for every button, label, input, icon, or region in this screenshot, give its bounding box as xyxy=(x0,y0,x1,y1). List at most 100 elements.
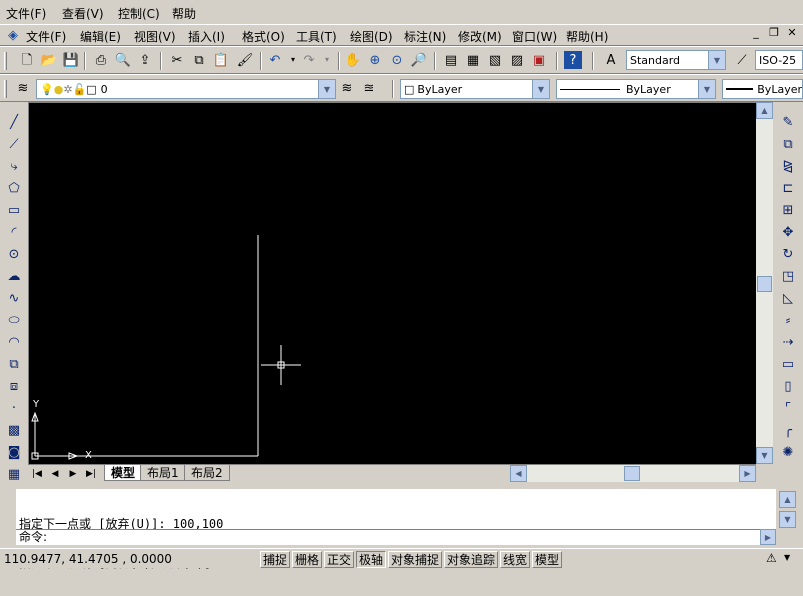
ellipse-arc-icon[interactable]: ◠ xyxy=(3,332,25,352)
restore-icon[interactable]: ❐ xyxy=(766,26,782,42)
inner-menu-file[interactable]: 文件(F) xyxy=(26,28,66,45)
markup-icon[interactable]: ▣ xyxy=(530,51,548,69)
redo-icon[interactable]: ↷ xyxy=(300,51,318,69)
text-style-select[interactable]: Standard ▼ xyxy=(626,50,726,70)
construction-line-icon[interactable]: ⟋ xyxy=(3,134,25,154)
help-icon[interactable]: ? xyxy=(564,51,582,69)
copy-object-icon[interactable]: ⧉ xyxy=(777,134,799,154)
next-tab-icon[interactable]: ▶ xyxy=(66,467,80,481)
point-icon[interactable]: · xyxy=(3,398,25,418)
cut-icon[interactable]: ✂ xyxy=(168,51,186,69)
properties-icon[interactable]: ▤ xyxy=(442,51,460,69)
color-select[interactable]: □ ByLayer ▼ xyxy=(400,79,550,99)
cmd-scroll-up-icon[interactable]: ▲ xyxy=(779,491,796,508)
tab-layout1[interactable]: 布局1 xyxy=(140,465,186,481)
polar-button[interactable]: 极轴 xyxy=(356,551,387,568)
drawing-canvas[interactable]: Y X xyxy=(28,102,756,464)
stretch-icon[interactable]: ◺ xyxy=(777,288,799,308)
inner-menu-insert[interactable]: 插入(I) xyxy=(188,28,225,45)
scale-icon[interactable]: ◳ xyxy=(777,266,799,286)
make-layer-current-icon[interactable]: ≋ xyxy=(338,79,356,97)
command-input[interactable]: 命令: xyxy=(16,529,776,545)
inner-menu-window[interactable]: 窗口(W) xyxy=(512,28,557,45)
pan-realtime-icon[interactable]: ✋ xyxy=(344,51,362,69)
inner-menu-dimension[interactable]: 标注(N) xyxy=(404,28,446,45)
toolbar-grip[interactable] xyxy=(4,52,7,70)
make-block-icon[interactable]: ⧈ xyxy=(3,376,25,396)
ortho-button[interactable]: 正交 xyxy=(324,551,355,568)
offset-icon[interactable]: ⊏ xyxy=(777,178,799,198)
zoom-realtime-icon[interactable]: ⊕ xyxy=(366,51,384,69)
spline-icon[interactable]: ∿ xyxy=(3,288,25,308)
menu-control[interactable]: 控制(C) xyxy=(118,5,160,22)
status-menu-icon[interactable]: ▼ xyxy=(784,553,790,562)
tab-layout2[interactable]: 布局2 xyxy=(184,465,230,481)
publish-icon[interactable]: ⇪ xyxy=(136,51,154,69)
cmd-scroll-down-icon[interactable]: ▼ xyxy=(779,511,796,528)
region-icon[interactable]: ◙ xyxy=(3,442,25,462)
rotate-icon[interactable]: ↻ xyxy=(777,244,799,264)
menu-view[interactable]: 查看(V) xyxy=(62,5,104,22)
inner-menu-edit[interactable]: 编辑(E) xyxy=(80,28,121,45)
dim-style-select[interactable]: ISO-25 xyxy=(755,50,803,70)
redo-dropdown-icon[interactable]: ▾ xyxy=(318,51,336,69)
paste-icon[interactable]: 📋 xyxy=(212,51,230,69)
layer-manager-icon[interactable]: ≋ xyxy=(14,79,32,97)
move-icon[interactable]: ✥ xyxy=(777,222,799,242)
communication-center-icon[interactable]: ⚠ xyxy=(766,551,777,565)
inner-menu-draw[interactable]: 绘图(D) xyxy=(350,28,393,45)
first-tab-icon[interactable]: |◀ xyxy=(30,467,44,481)
inner-menu-modify[interactable]: 修改(M) xyxy=(458,28,502,45)
inner-menu-tools[interactable]: 工具(T) xyxy=(296,28,337,45)
toolbar-grip-2[interactable] xyxy=(4,80,7,98)
osnap-button[interactable]: 对象捕捉 xyxy=(388,551,443,568)
polyline-icon[interactable]: ⤷ xyxy=(3,156,25,176)
minimize-icon[interactable]: _ xyxy=(748,26,764,42)
inner-menu-help[interactable]: 帮助(H) xyxy=(566,28,608,45)
array-icon[interactable]: ⊞ xyxy=(777,200,799,220)
break-icon[interactable]: ▯ xyxy=(777,376,799,396)
sheet-set-icon[interactable]: ▨ xyxy=(508,51,526,69)
lineweight-select[interactable]: ByLayer xyxy=(722,79,803,99)
scroll-left-icon[interactable]: ◀ xyxy=(510,465,527,482)
explode-icon[interactable]: ✺ xyxy=(777,442,799,462)
scroll-down-icon[interactable]: ▼ xyxy=(756,447,773,464)
lineweight-button[interactable]: 线宽 xyxy=(500,551,531,568)
zoom-window-icon[interactable]: ⊙ xyxy=(388,51,406,69)
circle-icon[interactable]: ⊙ xyxy=(3,244,25,264)
tab-model[interactable]: 模型 xyxy=(104,465,143,481)
design-center-icon[interactable]: ▦ xyxy=(464,51,482,69)
grid-button[interactable]: 栅格 xyxy=(292,551,323,568)
layer-previous-icon[interactable]: ≊ xyxy=(360,79,378,97)
new-file-icon[interactable]: 🗋 xyxy=(18,51,36,69)
hatch-icon[interactable]: ▩ xyxy=(3,420,25,440)
table-icon[interactable]: ▦ xyxy=(3,464,25,484)
otrack-button[interactable]: 对象追踪 xyxy=(444,551,499,568)
arc-icon[interactable]: ◜ xyxy=(3,222,25,242)
mirror-icon[interactable]: ⧎ xyxy=(777,156,799,176)
snap-button[interactable]: 捕捉 xyxy=(260,551,291,568)
inner-menu-view[interactable]: 视图(V) xyxy=(134,28,176,45)
match-properties-icon[interactable]: 🖌 xyxy=(236,51,254,69)
chamfer-icon[interactable]: ⌜ xyxy=(777,398,799,418)
horizontal-scrollbar[interactable]: ◀ ▶ xyxy=(510,465,756,482)
scroll-thumb-horizontal[interactable] xyxy=(624,466,640,481)
menu-file[interactable]: 文件(F) xyxy=(6,5,46,22)
close-icon[interactable]: ✕ xyxy=(784,26,800,42)
tool-palettes-icon[interactable]: ▧ xyxy=(486,51,504,69)
save-icon[interactable]: 💾 xyxy=(62,51,80,69)
ellipse-icon[interactable]: ⬭ xyxy=(3,310,25,330)
zoom-previous-icon[interactable]: 🔎 xyxy=(410,51,428,69)
print-icon[interactable]: ⎙ xyxy=(92,51,110,69)
open-folder-icon[interactable]: 📂 xyxy=(40,51,58,69)
linetype-select[interactable]: ByLayer ▼ xyxy=(556,79,716,99)
layer-select[interactable]: 💡 ● ✲ 🔓 □ 0 ▼ xyxy=(36,79,336,99)
inner-menu-format[interactable]: 格式(O) xyxy=(242,28,285,45)
polygon-icon[interactable]: ⬠ xyxy=(3,178,25,198)
scroll-up-icon[interactable]: ▲ xyxy=(756,102,773,119)
copy-icon[interactable]: ⧉ xyxy=(190,51,208,69)
fillet-icon[interactable]: ╭ xyxy=(777,420,799,440)
break-at-point-icon[interactable]: ▭ xyxy=(777,354,799,374)
cmd-scroll-right-icon[interactable]: ▶ xyxy=(760,529,776,545)
erase-icon[interactable]: ✎ xyxy=(777,112,799,132)
